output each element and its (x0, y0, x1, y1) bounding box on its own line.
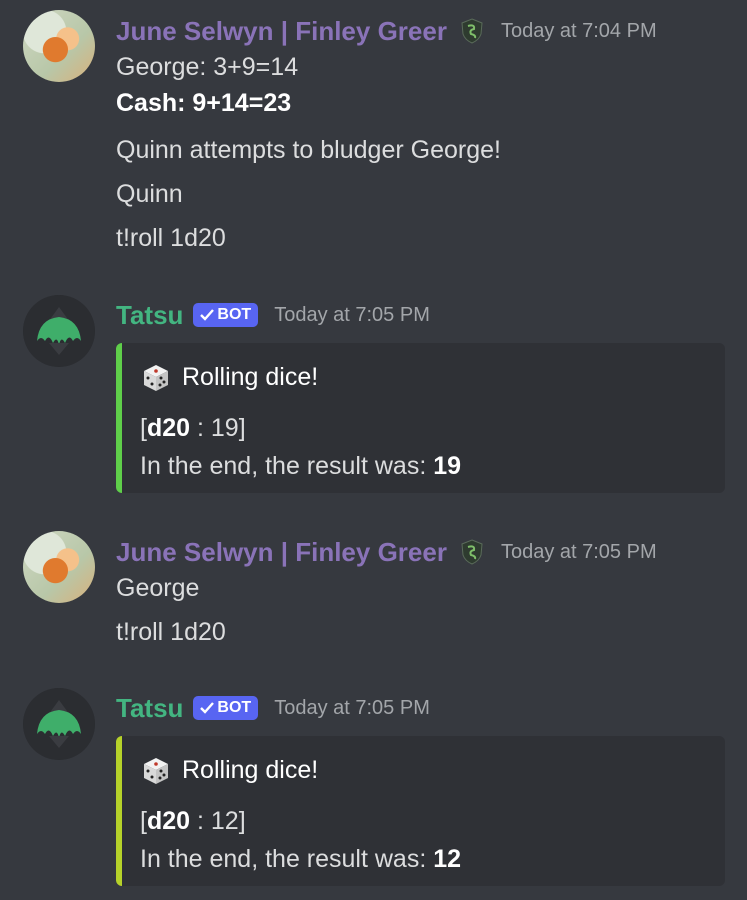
slytherin-crest-icon (461, 539, 483, 565)
dice-icon (144, 758, 168, 784)
bot-avatar[interactable] (23, 295, 95, 367)
message-line: Cash: 9+14=23 (116, 89, 292, 117)
message-line: t!roll 1d20 (116, 618, 226, 646)
result-value: 12 (433, 845, 462, 873)
username[interactable]: Tatsu (116, 300, 183, 331)
roll-line: [d20 : 19] (140, 414, 246, 442)
message-header: June Selwyn | Finley Greer Today at 7:04… (116, 14, 657, 48)
bot-tag: BOT (193, 303, 259, 327)
message-line: George (116, 574, 200, 602)
roll-value: 19 (210, 414, 239, 442)
message-line: t!roll 1d20 (116, 224, 226, 252)
embed-title: Rolling dice! (140, 754, 318, 786)
timestamp[interactable]: Today at 7:04 PM (501, 20, 657, 43)
roll-value: 12 (210, 807, 239, 835)
checkmark-icon (200, 309, 215, 321)
bot-tag-label: BOT (217, 306, 252, 323)
checkmark-icon (200, 702, 215, 714)
embed-title-text: Rolling dice! (182, 755, 319, 784)
message-header: Tatsu BOT Today at 7:05 PM (116, 298, 430, 332)
message-line: Quinn attempts to bludger George! (116, 136, 501, 164)
tatsu-avatar-icon (23, 295, 95, 367)
roll-die: d20 (146, 807, 191, 835)
rich-embed: Rolling dice! [d20 : 12] In the end, the… (116, 736, 725, 886)
user-avatar[interactable] (23, 531, 95, 603)
timestamp[interactable]: Today at 7:05 PM (501, 541, 657, 564)
result-value: 19 (433, 452, 462, 480)
roll-line: [d20 : 12] (140, 807, 246, 835)
message-header: Tatsu BOT Today at 7:05 PM (116, 691, 430, 725)
slytherin-crest-icon (461, 18, 483, 44)
timestamp[interactable]: Today at 7:05 PM (274, 697, 430, 720)
bot-avatar[interactable] (23, 688, 95, 760)
rich-embed: Rolling dice! [d20 : 19] In the end, the… (116, 343, 725, 493)
embed-title-text: Rolling dice! (182, 362, 319, 391)
tatsu-avatar-icon (23, 688, 95, 760)
username[interactable]: Tatsu (116, 693, 183, 724)
result-line: In the end, the result was: 19 (140, 452, 462, 480)
roll-die: d20 (146, 414, 191, 442)
message-line: Quinn (116, 180, 183, 208)
username[interactable]: June Selwyn | Finley Greer (116, 16, 447, 47)
user-avatar[interactable] (23, 10, 95, 82)
username[interactable]: June Selwyn | Finley Greer (116, 537, 447, 568)
embed-title: Rolling dice! (140, 361, 318, 393)
dice-icon (144, 365, 168, 391)
bot-tag-label: BOT (217, 699, 252, 716)
bot-tag: BOT (193, 696, 259, 720)
result-line: In the end, the result was: 12 (140, 845, 462, 873)
message-header: June Selwyn | Finley Greer Today at 7:05… (116, 535, 657, 569)
message-line: George: 3+9=14 (116, 53, 299, 81)
timestamp[interactable]: Today at 7:05 PM (274, 304, 430, 327)
